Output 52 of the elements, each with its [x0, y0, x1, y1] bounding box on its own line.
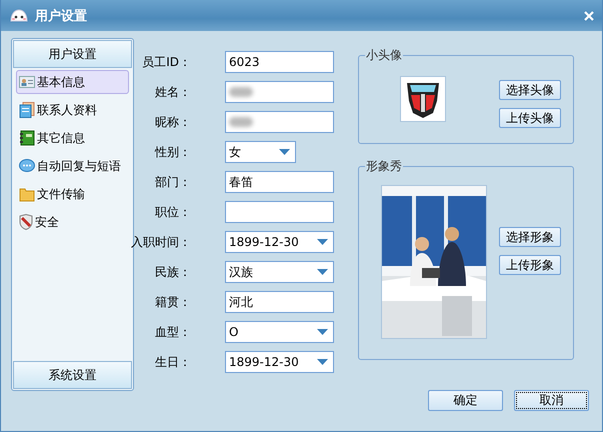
app-logo-icon: [9, 8, 29, 24]
field-label: 民族：: [155, 264, 192, 281]
dropdown-field[interactable]: 1899-12-30: [225, 351, 334, 373]
select-button[interactable]: 上传形象: [499, 255, 561, 275]
sidebar-item[interactable]: 自动回复与短语: [16, 154, 129, 178]
dropdown-arrow-icon: [317, 269, 328, 275]
sidebar-item[interactable]: 联系人资料: [16, 98, 129, 122]
dropdown-field[interactable]: 汉族: [225, 261, 334, 283]
id-card-icon: [19, 76, 35, 88]
select-button[interactable]: 上传头像: [499, 108, 561, 128]
contact-card-icon: [19, 102, 35, 118]
sidebar-item[interactable]: 安全: [16, 210, 129, 234]
folder-icon: [19, 186, 35, 202]
dropdown-arrow-icon: [317, 359, 328, 365]
field-label: 性别：: [155, 144, 192, 161]
dropdown-field[interactable]: 1899-12-30: [225, 231, 334, 253]
dropdown-arrow-icon: [279, 149, 290, 155]
text-field[interactable]: 6023: [225, 51, 334, 73]
group-title: 形象秀: [365, 158, 403, 175]
close-icon[interactable]: [584, 10, 594, 20]
dropdown-arrow-icon: [317, 329, 328, 335]
field-label: 昵称：: [155, 114, 192, 131]
dialog-button[interactable]: 确定: [428, 390, 503, 411]
sidebar-item[interactable]: 基本信息: [16, 70, 129, 94]
text-field[interactable]: [225, 111, 334, 133]
sidebar-footer[interactable]: 系统设置: [13, 361, 132, 389]
select-button[interactable]: 选择头像: [499, 80, 561, 100]
select-button[interactable]: 选择形象: [499, 227, 561, 247]
field-label: 血型：: [155, 324, 192, 341]
chat-bubble-icon: [19, 159, 35, 173]
sidebar-item[interactable]: 其它信息: [16, 126, 129, 150]
dropdown-arrow-icon: [317, 239, 328, 245]
text-field[interactable]: 河北: [225, 291, 334, 313]
window-title: 用户设置: [35, 8, 88, 24]
dropdown-field[interactable]: 女: [225, 141, 296, 163]
text-field[interactable]: [225, 201, 334, 223]
field-label: 生日：: [155, 354, 192, 371]
group-title: 小头像: [365, 47, 403, 64]
sidebar-header[interactable]: 用户设置: [13, 40, 132, 68]
notebook-icon: [19, 130, 35, 146]
field-label: 部门：: [155, 174, 192, 191]
dialog-button[interactable]: 取消: [514, 390, 589, 411]
text-field[interactable]: 春笛: [225, 171, 334, 193]
field-label: 籍贯：: [155, 294, 192, 311]
text-field[interactable]: [225, 81, 334, 103]
sidebar-item[interactable]: 文件传输: [16, 182, 129, 206]
field-label: 职位：: [155, 204, 192, 221]
field-label: 入职时间：: [131, 234, 192, 251]
field-label: 员工ID：: [142, 54, 192, 71]
shield-icon: [19, 214, 33, 230]
field-label: 姓名：: [155, 84, 192, 101]
dropdown-field[interactable]: O: [225, 321, 334, 343]
